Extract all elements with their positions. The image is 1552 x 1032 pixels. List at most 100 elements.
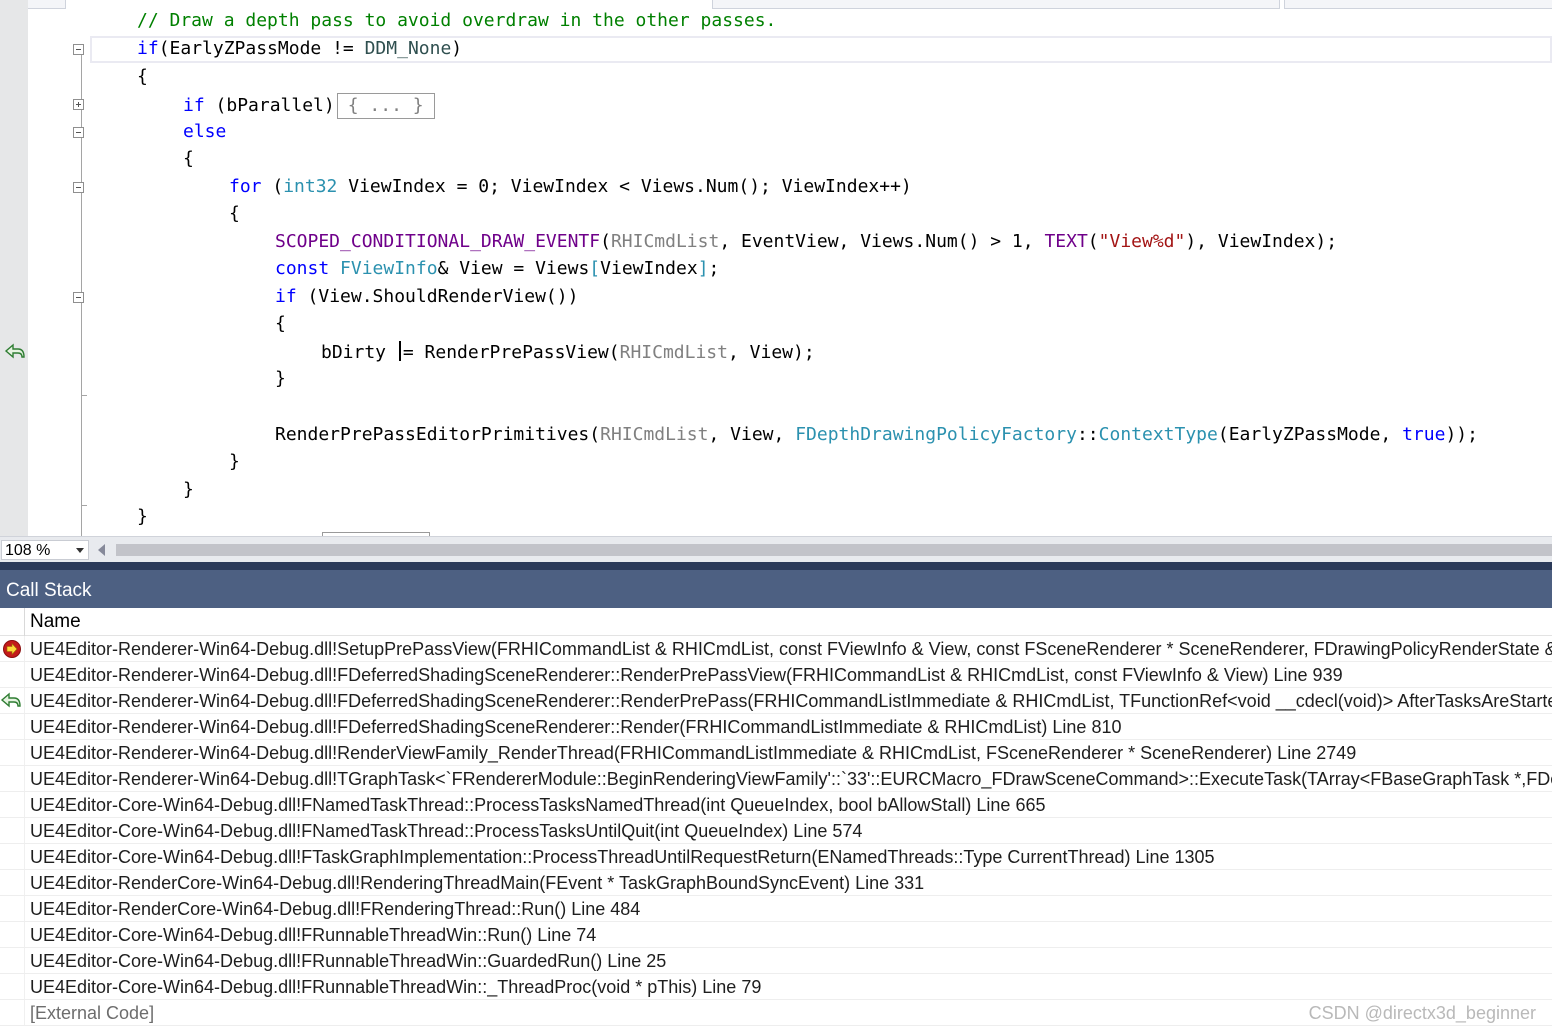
code-token: :: [1076,424,1099,445]
code-editor[interactable]: // Draw a depth pass to avoid overdraw i… [0,0,1552,536]
call-stack-row[interactable]: UE4Editor-Renderer-Win64-Debug.dll!Rende… [0,740,1552,766]
code-line[interactable]: { [183,148,194,170]
row-icon-cell [0,896,24,921]
code-token: ) [451,38,463,59]
code-token: } [229,451,240,472]
call-stack-title-bar: Call Stack [0,570,1552,608]
code-token: const [275,258,330,279]
collapse-toggle-icon[interactable] [73,182,84,193]
code-token: // Draw a depth pass to avoid overdraw i… [137,10,777,31]
expand-toggle-icon[interactable] [73,99,84,110]
zoom-level-dropdown[interactable]: 108 % [1,540,89,560]
call-stack-row[interactable]: UE4Editor-RenderCore-Win64-Debug.dll!FRe… [0,896,1552,922]
code-token: , View, [708,424,796,445]
collapsed-region-block[interactable]: { ... } [336,93,435,119]
navigation-dropdown-member[interactable] [1284,0,1552,9]
editor-status-bar: 108 % [0,536,1552,562]
breakpoint-margin[interactable] [0,0,28,536]
code-token: { [137,66,148,87]
code-line[interactable]: } [137,506,148,528]
text-cursor [398,341,401,361]
call-stack-frame-name: UE4Editor-Core-Win64-Debug.dll!FNamedTas… [30,821,863,841]
code-line[interactable]: else [183,121,226,143]
code-line[interactable]: if(EarlyZPassMode != DDM_None) [137,38,462,60]
call-stack-row[interactable]: UE4Editor-Core-Win64-Debug.dll!FNamedTas… [0,792,1552,818]
code-line[interactable]: } [229,451,240,473]
code-token: int32 [283,176,338,197]
code-token: , View); [727,342,815,363]
row-icon-cell [0,792,24,817]
code-token: TEXT [1044,231,1088,252]
code-token: RHICmdList [600,424,709,445]
code-token: )); [1445,424,1478,445]
row-icon-cell [0,662,24,687]
call-stack-row[interactable]: UE4Editor-Core-Win64-Debug.dll!FNamedTas… [0,818,1552,844]
call-stack-frame-name: UE4Editor-Core-Win64-Debug.dll!FRunnable… [30,951,667,971]
code-line[interactable]: for (int32 ViewIndex = 0; ViewIndex < Vi… [229,176,912,198]
horizontal-scrollbar[interactable] [116,544,1552,556]
call-stack-frame-name: UE4Editor-Renderer-Win64-Debug.dll!TGrap… [30,769,1552,789]
code-line[interactable]: bDirty = RenderPrePassView(RHICmdList, V… [321,341,815,364]
code-token: FDepthDrawingPolicyFactory [795,424,1077,445]
panel-splitter[interactable] [0,562,1552,570]
code-token: DDM_None [364,38,452,59]
code-line[interactable]: { [229,203,240,225]
call-stack-column-header: Name [0,608,1552,636]
code-line[interactable]: RenderPrePassEditorPrimitives(RHICmdList… [275,424,1478,446]
call-stack-frame-name: UE4Editor-Core-Win64-Debug.dll!FNamedTas… [30,795,1046,815]
call-stack-row[interactable]: UE4Editor-Core-Win64-Debug.dll!FRunnable… [0,948,1552,974]
call-stack-frame-name: UE4Editor-Renderer-Win64-Debug.dll!FDefe… [30,691,1552,711]
code-token: ; [708,258,720,279]
return-point-arrow-icon [4,342,26,362]
code-line[interactable]: { [137,66,148,88]
code-token: RenderPrePassEditorPrimitives( [275,424,601,445]
call-stack-frame-name: UE4Editor-Core-Win64-Debug.dll!FTaskGrap… [30,847,1215,867]
call-stack-list: UE4Editor-Renderer-Win64-Debug.dll!Setup… [0,636,1552,1032]
call-stack-row[interactable]: UE4Editor-Renderer-Win64-Debug.dll!TGrap… [0,766,1552,792]
call-stack-row[interactable]: UE4Editor-RenderCore-Win64-Debug.dll!Ren… [0,870,1552,896]
call-stack-row[interactable]: UE4Editor-Renderer-Win64-Debug.dll!FDefe… [0,714,1552,740]
code-line[interactable]: } [183,479,194,501]
call-stack-frame-name: UE4Editor-Renderer-Win64-Debug.dll!FDefe… [30,665,1343,685]
call-stack-row[interactable]: UE4Editor-Core-Win64-Debug.dll!FRunnable… [0,922,1552,948]
code-line[interactable]: if (View.ShouldRenderView()) [275,286,578,308]
navigation-dropdown-scope[interactable] [712,0,1280,9]
return-arrow-icon [0,688,24,713]
code-token: } [137,506,148,527]
collapse-toggle-icon[interactable] [73,127,84,138]
code-token: = RenderPrePassView( [402,342,620,363]
scroll-left-icon[interactable] [98,544,105,556]
name-column-header[interactable]: Name [30,611,81,633]
code-line[interactable]: } [275,368,286,390]
code-token: FViewInfo [340,258,438,279]
code-token: true [1402,424,1446,445]
row-icon-cell [0,740,24,765]
collapse-toggle-icon[interactable] [73,44,84,55]
collapse-toggle-icon[interactable] [73,292,84,303]
call-stack-row[interactable]: UE4Editor-Renderer-Win64-Debug.dll!Setup… [0,636,1552,662]
call-stack-row[interactable]: UE4Editor-Renderer-Win64-Debug.dll!FDefe… [0,662,1552,688]
code-token: else [183,121,227,142]
code-token: & View = Views [437,258,590,279]
row-icon-cell [0,1000,24,1025]
code-line[interactable]: const FViewInfo& View = Views[ViewIndex]… [275,258,719,280]
call-stack-row[interactable]: UE4Editor-Core-Win64-Debug.dll!FRunnable… [0,974,1552,1000]
call-stack-row[interactable]: UE4Editor-Renderer-Win64-Debug.dll!FDefe… [0,688,1552,714]
code-line[interactable]: SCOPED_CONDITIONAL_DRAW_EVENTF(RHICmdLis… [275,231,1337,253]
call-stack-frame-name: [External Code] [30,1003,155,1023]
code-token: { [229,203,240,224]
row-icon-cell [0,818,24,843]
code-line[interactable]: // Draw a depth pass to avoid overdraw i… [137,10,776,32]
row-icon-cell [0,974,24,999]
code-token: for [229,176,262,197]
code-line[interactable]: { [275,313,286,335]
code-token: } [183,479,194,500]
code-token: (View.ShouldRenderView()) [296,286,579,307]
code-token: (bParallel) [204,95,335,116]
call-stack-row[interactable]: UE4Editor-Core-Win64-Debug.dll!FTaskGrap… [0,844,1552,870]
code-line[interactable]: if (bParallel){ ... } [183,93,435,119]
code-token: "View%d" [1098,231,1186,252]
call-stack-frame-name: UE4Editor-Core-Win64-Debug.dll!FRunnable… [30,977,762,997]
row-icon-cell [0,948,24,973]
